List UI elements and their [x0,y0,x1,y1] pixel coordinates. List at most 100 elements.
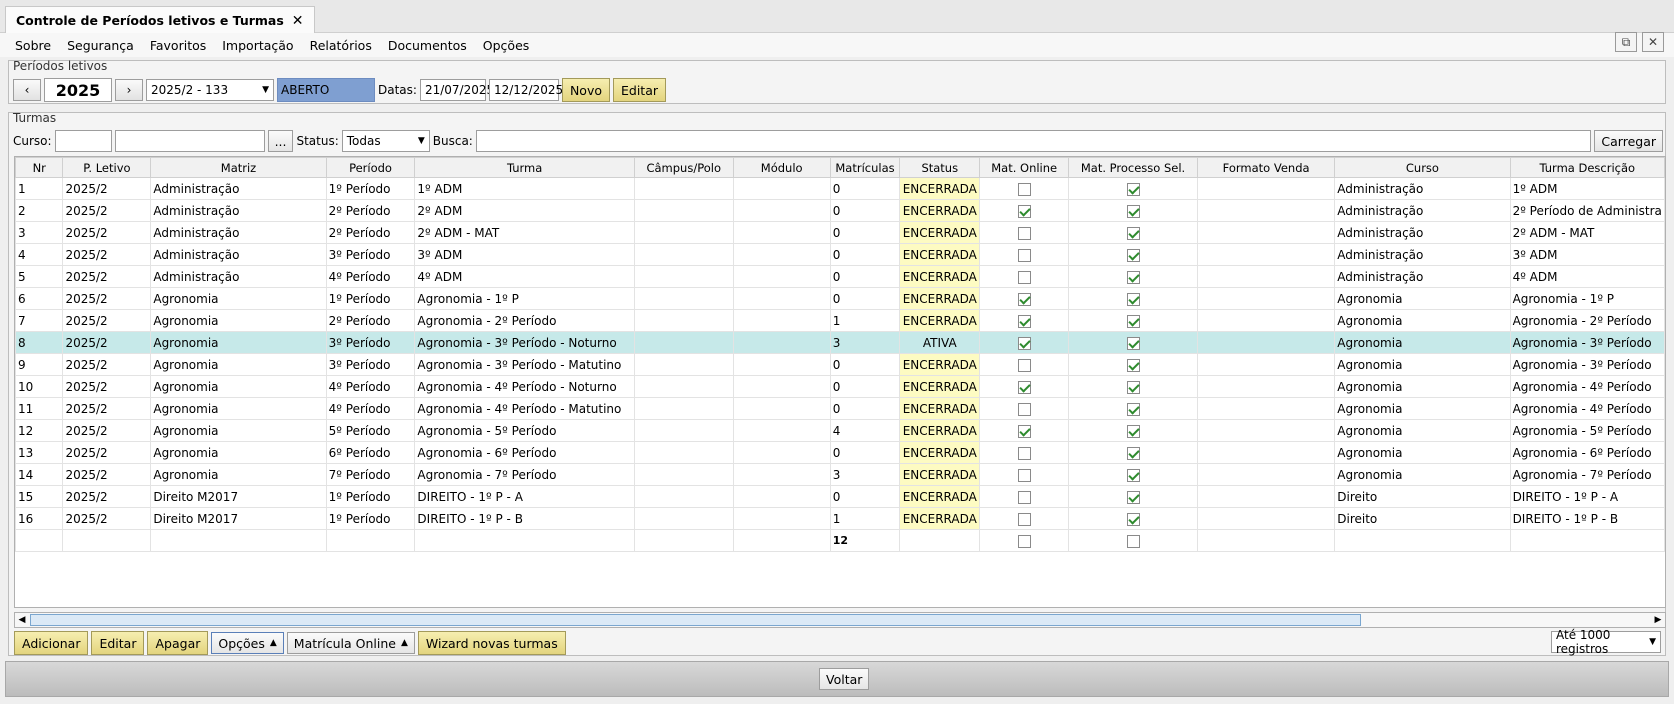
column-header[interactable]: Matriz [150,157,327,178]
mat-processo-sel-checkbox[interactable] [1126,380,1140,394]
column-header[interactable]: Mat. Processo Sel. [1068,157,1198,178]
menu-documentos[interactable]: Documentos [388,38,467,53]
close-tab-icon[interactable]: ✕ [292,13,304,29]
column-header[interactable]: Nr [15,157,64,178]
mat-processo-sel-checkbox[interactable] [1126,358,1140,372]
table-row[interactable]: 12 2025/2 Agronomia 5º Período Agronomia - 5… [15,419,1665,442]
column-header[interactable]: Câmpus/Polo [633,157,734,178]
novo-button[interactable]: Novo [561,78,610,102]
mat-online-checkbox[interactable] [1017,292,1031,306]
mat-online-checkbox[interactable] [1017,204,1031,218]
column-header[interactable]: Formato Venda [1196,157,1336,178]
apagar-button[interactable]: Apagar [147,631,209,655]
year-field[interactable]: 2025 [44,78,112,102]
opcoes-dropdown-button[interactable]: Opções ▲ [211,632,284,654]
mat-online-checkbox[interactable] [1017,424,1031,438]
matricula-online-dropdown-button[interactable]: Matrícula Online ▲ [286,632,415,654]
table-row[interactable]: 7 2025/2 Agronomia 2º Período Agronomia - 2º… [15,309,1665,332]
column-header[interactable]: Período [325,157,416,178]
mat-processo-sel-checkbox[interactable] [1126,446,1140,460]
mat-online-checkbox[interactable] [1017,512,1031,526]
table-row[interactable]: 5 2025/2 Administração 4º Período 4º ADM 0 ENC… [15,265,1665,288]
mat-processo-sel-checkbox[interactable] [1126,204,1140,218]
scroll-right-icon[interactable]: ▶ [1651,613,1665,627]
mat-online-checkbox[interactable] [1017,270,1031,284]
table-row[interactable]: 8 2025/2 Agronomia 3º Período Agronomia - 3º… [15,331,1665,354]
menu-favoritos[interactable]: Favoritos [150,38,206,53]
mat-processo-sel-checkbox[interactable] [1126,314,1140,328]
column-header[interactable]: P. Letivo [62,157,152,178]
table-row[interactable]: 15 2025/2 Direito M2017 1º Período DIREITO -… [15,485,1665,508]
data-inicio-field[interactable]: 21/07/2025 [419,79,494,101]
menu-relatorios[interactable]: Relatórios [310,38,372,53]
menu-importacao[interactable]: Importação [222,38,293,53]
mat-processo-sel-checkbox[interactable] [1126,490,1140,504]
menu-seguranca[interactable]: Segurança [67,38,134,53]
editar-turma-button[interactable]: Editar [91,631,145,655]
mat-online-checkbox[interactable] [1017,468,1031,482]
mat-online-checkbox[interactable] [1017,336,1031,350]
mat-processo-sel-checkbox[interactable] [1126,402,1140,416]
column-header[interactable]: Módulo [732,157,831,178]
mat-online-checkbox[interactable] [1017,182,1031,196]
table-row[interactable]: 3 2025/2 Administração 2º Período 2º ADM - M… [15,221,1665,244]
column-header[interactable]: Mat. Online [979,157,1070,178]
horizontal-scrollbar[interactable]: ◀ ▶ [14,612,1666,628]
next-year-button[interactable]: › [115,79,143,101]
mat-processo-sel-checkbox[interactable] [1126,292,1140,306]
mat-processo-sel-checkbox[interactable] [1126,336,1140,350]
mat-online-checkbox[interactable] [1017,380,1031,394]
close-window-icon[interactable]: ✕ [1642,32,1664,52]
table-row[interactable]: 11 2025/2 Agronomia 4º Período Agronomia - 4… [15,397,1665,420]
status-select[interactable]: Todas ▼ [341,130,430,152]
prev-year-button[interactable]: ‹ [13,79,41,101]
table-row[interactable]: 13 2025/2 Agronomia 6º Período Agronomia - 6… [15,441,1665,464]
menu-opcoes[interactable]: Opções [483,38,530,53]
mat-online-checkbox[interactable] [1017,490,1031,504]
table-row[interactable]: 2 2025/2 Administração 2º Período 2º ADM 0 ENC… [15,199,1665,222]
column-header[interactable]: Turma Descrição [1509,157,1665,178]
mat-online-checkbox[interactable] [1017,358,1031,372]
carregar-button[interactable]: Carregar [1594,130,1663,152]
table-row[interactable]: 16 2025/2 Direito M2017 1º Período DIREITO -… [15,507,1665,530]
mat-online-checkbox[interactable] [1017,226,1031,240]
column-header[interactable]: Status [899,157,981,178]
mat-online-checkbox[interactable] [1017,402,1031,416]
mat-processo-sel-checkbox[interactable] [1126,468,1140,482]
tab-controle-periodos[interactable]: Controle de Períodos letivos e Turmas ✕ [5,6,315,34]
curso-code-field[interactable] [54,130,112,152]
adicionar-button[interactable]: Adicionar [14,631,89,655]
mat-online-checkbox[interactable] [1017,314,1031,328]
mat-online-checkbox[interactable] [1017,446,1031,460]
table-row[interactable]: 10 2025/2 Agronomia 4º Período Agronomia - 4… [15,375,1665,398]
column-header[interactable]: Turma [414,157,635,178]
table-row[interactable]: 9 2025/2 Agronomia 3º Período Agronomia - 3º… [15,353,1665,376]
voltar-button[interactable]: Voltar [819,668,870,690]
curso-lookup-button[interactable]: ... [267,130,294,152]
mat-online-checkbox[interactable] [1017,248,1031,262]
scrollbar-thumb[interactable] [30,614,1361,626]
table-row[interactable]: 6 2025/2 Agronomia 1º Período Agronomia - 1º… [15,287,1665,310]
periodo-select[interactable]: 2025/2 - 133 ▼ [146,79,274,101]
editar-periodo-button[interactable]: Editar [613,78,667,102]
mat-processo-sel-checkbox[interactable] [1126,424,1140,438]
data-fim-field[interactable]: 12/12/2025 [488,79,563,101]
column-header[interactable]: Matrículas [829,157,901,178]
curso-name-field[interactable] [114,130,265,152]
mat-processo-sel-checkbox[interactable] [1126,226,1140,240]
wizard-novas-turmas-button[interactable]: Wizard novas turmas [417,631,566,655]
mat-processo-sel-checkbox[interactable] [1126,270,1140,284]
menu-sobre[interactable]: Sobre [15,38,51,53]
table-row[interactable]: 14 2025/2 Agronomia 7º Período Agronomia - 7… [15,463,1665,486]
filter-checkbox[interactable] [1126,534,1140,548]
scroll-left-icon[interactable]: ◀ [15,613,29,627]
registros-select[interactable]: Até 1000 registros ▼ [1551,628,1661,656]
mat-processo-sel-checkbox[interactable] [1126,248,1140,262]
mat-processo-sel-checkbox[interactable] [1126,182,1140,196]
column-header[interactable]: Curso [1334,157,1511,178]
busca-input[interactable] [475,130,1592,152]
table-row[interactable]: 1 2025/2 Administração 1º Período 1º ADM 0 ENC… [15,177,1665,200]
mat-processo-sel-checkbox[interactable] [1126,512,1140,526]
table-row[interactable]: 4 2025/2 Administração 3º Período 3º ADM 0 ENC… [15,243,1665,266]
filter-checkbox[interactable] [1017,534,1031,548]
